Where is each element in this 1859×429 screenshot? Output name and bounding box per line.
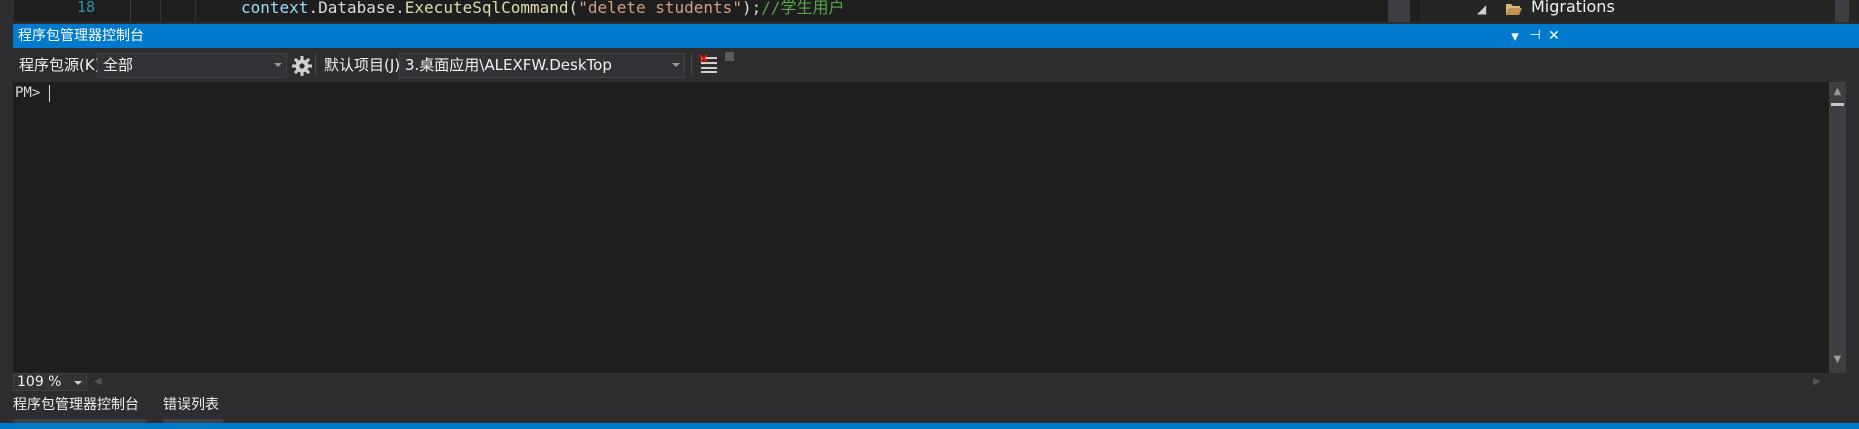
text-caret (49, 85, 50, 102)
code-editor-fragment: 18 context.Database.ExecuteSqlCommand("d… (0, 0, 1420, 22)
solution-explorer-scrollbar[interactable] (1835, 0, 1849, 22)
code-token: . (395, 0, 405, 17)
scroll-right-arrow-icon[interactable]: ▶ (1813, 376, 1821, 387)
indent-guide (195, 0, 196, 22)
code-token: ExecuteSqlCommand (404, 0, 569, 17)
chevron-down-icon (672, 63, 680, 67)
gear-icon[interactable] (290, 54, 314, 78)
tab-package-manager-console[interactable]: 程序包管理器控制台 (13, 393, 139, 417)
folder-open-icon (1506, 4, 1522, 15)
tab-error-list[interactable]: 错误列表 (163, 393, 219, 417)
window-border (1846, 82, 1859, 429)
default-project-dropdown[interactable]: 3.桌面应用\ALEXFW.DeskTop (399, 53, 685, 78)
pin-icon[interactable]: ⊣ (1525, 26, 1545, 46)
window-menu-dropdown-icon[interactable]: ▾ (1505, 26, 1525, 46)
clear-console-icon[interactable] (699, 54, 719, 74)
editor-scrollbar[interactable] (1388, 0, 1410, 22)
chevron-down-icon (74, 381, 82, 385)
indent-guide (130, 0, 131, 22)
code-token: ( (568, 0, 579, 17)
indent-guide (160, 0, 161, 22)
code-token: ); (741, 0, 762, 17)
editor-margin (0, 0, 14, 22)
toolbar-separator (691, 54, 692, 76)
code-token: . (308, 0, 319, 17)
default-project-label: 默认项目(J): (324, 56, 406, 74)
console-vertical-scrollbar[interactable]: ▲ ▼ (1829, 82, 1846, 373)
scrollbar-thumb[interactable] (1831, 103, 1844, 106)
scroll-down-arrow-icon[interactable]: ▼ (1829, 353, 1846, 367)
close-icon[interactable]: ✕ (1544, 26, 1564, 46)
console-status-bar: 109 % ◀ ▶ (13, 373, 1829, 391)
code-token: Database (318, 0, 396, 17)
package-source-value: 全部 (103, 56, 134, 74)
panel-title-bar[interactable]: 程序包管理器控制台 ▾ ⊣ ✕ (13, 24, 1859, 48)
chevron-down-icon (274, 63, 282, 67)
panel-title: 程序包管理器控制台 (18, 28, 144, 44)
tree-item-migrations[interactable]: Migrations (1531, 0, 1615, 16)
stop-icon[interactable] (725, 52, 734, 61)
code-token: "delete students" (578, 0, 742, 17)
console-toolbar: 程序包源(K): 全部 默认项目(J): 3.桌面应用\ALEXFW.DeskT… (13, 48, 1859, 82)
default-project-value: 3.桌面应用\ALEXFW.DeskTop (405, 56, 612, 74)
console-prompt: PM> (15, 85, 41, 101)
code-token: context (241, 0, 309, 17)
code-line[interactable]: context.Database.ExecuteSqlCommand("dele… (241, 0, 845, 18)
status-bar-accent (0, 423, 1859, 429)
toolbar-separator (315, 54, 316, 76)
package-source-label: 程序包源(K): (19, 56, 106, 74)
zoom-value: 109 % (17, 374, 62, 390)
console-output-area[interactable]: PM> (13, 82, 1829, 373)
scroll-left-arrow-icon[interactable]: ◀ (94, 376, 102, 387)
scroll-up-arrow-icon[interactable]: ▲ (1829, 85, 1846, 99)
code-comment: //学生用户 (761, 0, 845, 17)
zoom-dropdown[interactable]: 109 % (13, 373, 87, 391)
package-source-dropdown[interactable]: 全部 (97, 53, 287, 78)
line-number: 18 (76, 0, 95, 16)
expand-arrow-icon[interactable]: ◢ (1477, 2, 1486, 16)
